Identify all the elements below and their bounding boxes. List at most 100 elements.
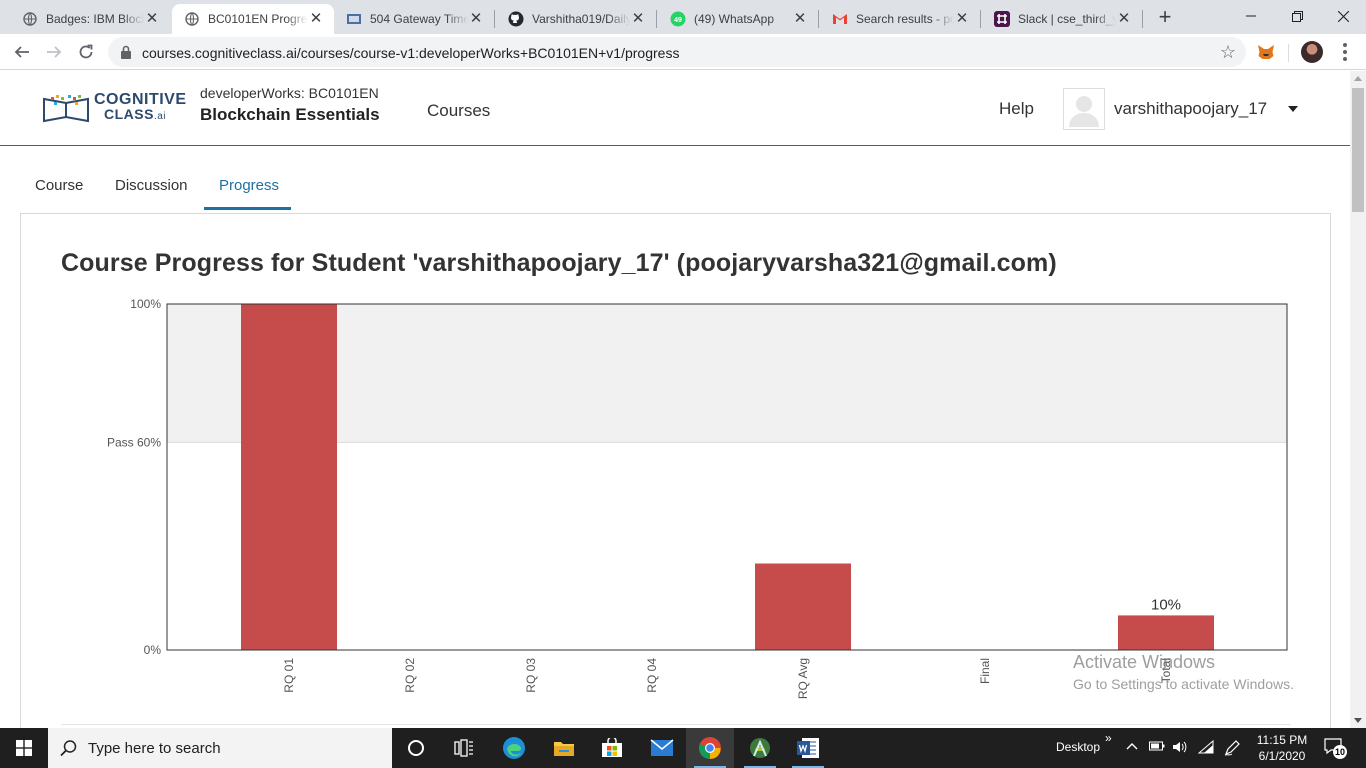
minimize-window-icon[interactable]: [1228, 0, 1274, 32]
close-tab-icon[interactable]: ✕: [630, 11, 646, 27]
close-tab-icon[interactable]: ✕: [308, 11, 324, 27]
lock-icon: [120, 45, 132, 64]
back-arrow-icon[interactable]: [10, 40, 34, 64]
user-avatar[interactable]: [1063, 88, 1105, 130]
address-bar[interactable]: courses.cognitiveclass.ai/courses/course…: [108, 37, 1246, 67]
reload-icon[interactable]: [74, 40, 98, 64]
file-explorer-icon[interactable]: [540, 728, 588, 768]
browser-tab[interactable]: Varshitha019/Daily ✕: [496, 4, 656, 34]
scrollbar-thumb[interactable]: [1352, 88, 1364, 212]
action-center-icon[interactable]: 10: [1324, 738, 1347, 759]
grade-bar: [755, 563, 851, 650]
site-header: COGNITIVE CLASS.ai developerWorks: BC010…: [0, 71, 1350, 146]
profile-avatar[interactable]: [1301, 41, 1323, 63]
word-icon[interactable]: [784, 728, 832, 768]
tab-separator: [818, 10, 819, 28]
browser-tab[interactable]: Badges: IBM Blockchain ✕: [10, 4, 170, 34]
tab-course[interactable]: Course: [35, 177, 83, 194]
volume-icon[interactable]: [1172, 740, 1188, 757]
edge-icon[interactable]: [490, 728, 538, 768]
y-tick-label: Pass 60%: [107, 435, 161, 449]
section-divider: [61, 724, 1291, 725]
page-scrollbar[interactable]: [1350, 71, 1366, 728]
restore-window-icon[interactable]: [1274, 0, 1320, 32]
browser-tab-strip: Badges: IBM Blockchain ✕ BC0101EN Progre…: [0, 0, 1366, 34]
tab-discussion[interactable]: Discussion: [115, 177, 188, 194]
toolbar-overflow-chevron[interactable]: »: [1105, 731, 1112, 745]
nav-help-link[interactable]: Help: [999, 99, 1034, 119]
x-tick-label: RQ 03: [524, 658, 538, 693]
android-studio-icon[interactable]: [736, 728, 784, 768]
whatsapp-badge-count: 49: [674, 17, 682, 24]
logo-line1: COGNITIVE: [94, 91, 187, 108]
course-org: developerWorks: BC0101EN: [200, 85, 379, 101]
browser-menu-icon[interactable]: [1335, 41, 1355, 63]
close-tab-icon[interactable]: ✕: [954, 11, 970, 27]
tab-separator: [656, 10, 657, 28]
y-tick-label: 100%: [130, 297, 161, 311]
close-tab-icon[interactable]: ✕: [792, 11, 808, 27]
user-menu-name[interactable]: varshithapoojary_17: [1114, 99, 1267, 119]
forward-arrow-icon[interactable]: [42, 40, 66, 64]
browser-tab[interactable]: 49 (49) WhatsApp ✕: [658, 4, 818, 34]
globe-icon: [22, 11, 38, 27]
logo-wordmark: COGNITIVE CLASS.ai: [94, 91, 187, 124]
wifi-icon[interactable]: [1197, 739, 1214, 757]
cortana-icon[interactable]: [392, 728, 440, 768]
task-view-icon[interactable]: [440, 728, 488, 768]
github-icon: [508, 11, 524, 27]
browser-tab-title: Slack | cse_third_year: [1018, 12, 1116, 26]
close-tab-icon[interactable]: ✕: [468, 11, 484, 27]
cognitive-class-logo[interactable]: COGNITIVE CLASS.ai: [42, 92, 186, 125]
browser-tab-active[interactable]: BC0101EN Progress ✕: [172, 4, 334, 34]
x-tick-label: RQ 01: [282, 658, 296, 693]
browser-tab-title: Badges: IBM Blockchain: [46, 12, 144, 26]
grade-bar: [241, 304, 337, 650]
x-tick-label: RQ Avg: [796, 658, 810, 699]
x-tick-label: Total: [1159, 658, 1173, 683]
pen-workspace-icon[interactable]: [1224, 740, 1240, 759]
browser-toolbar: courses.cognitiveclass.ai/courses/course…: [0, 34, 1366, 70]
store-icon[interactable]: [588, 728, 636, 768]
taskbar-clock[interactable]: 11:15 PM 6/1/2020: [1254, 732, 1310, 764]
toolbar-divider: [1288, 44, 1289, 62]
hidden-icons-chevron-icon[interactable]: [1126, 740, 1138, 754]
user-menu-caret-icon[interactable]: [1288, 106, 1298, 112]
browser-tab[interactable]: Slack | cse_third_year ✕: [982, 4, 1142, 34]
new-tab-button[interactable]: +: [1153, 6, 1177, 30]
scroll-down-arrow-icon[interactable]: [1354, 718, 1362, 723]
x-tick-label: RQ 02: [403, 658, 417, 693]
desktop-toolbar-label[interactable]: Desktop: [1056, 740, 1100, 754]
browser-tab[interactable]: 504 Gateway Time-out ✕: [334, 4, 494, 34]
taskbar-search[interactable]: Type here to search: [48, 728, 392, 768]
mail-icon[interactable]: [638, 728, 686, 768]
tab-progress[interactable]: Progress: [219, 177, 279, 194]
close-tab-icon[interactable]: ✕: [144, 11, 160, 27]
scroll-up-arrow-icon[interactable]: [1354, 76, 1362, 81]
tab-separator: [1142, 10, 1143, 28]
close-window-icon[interactable]: [1320, 0, 1366, 32]
nav-courses-link[interactable]: Courses: [427, 101, 490, 121]
windows-taskbar: Type here to search Desktop » 11:15 PM 6…: [0, 728, 1366, 768]
metamask-extension-icon[interactable]: [1256, 42, 1276, 62]
y-tick-label: 0%: [144, 643, 162, 657]
windows-start-icon[interactable]: [0, 728, 48, 768]
page-viewport: COGNITIVE CLASS.ai developerWorks: BC010…: [0, 71, 1366, 728]
bookmark-star-icon[interactable]: ☆: [1220, 43, 1236, 61]
course-title: Blockchain Essentials: [200, 105, 380, 124]
active-tab-underline: [204, 207, 291, 210]
grade-chart: RQ 01 RQ 02 RQ 03 RQ 04 RQ Avg Final Total 10% 1…: [61, 294, 1321, 714]
logo-suffix: .ai: [153, 111, 167, 122]
clock-time: 11:15 PM: [1256, 733, 1308, 747]
browser-tab-title: Varshitha019/Daily: [532, 12, 630, 26]
course-tabs: Course Discussion Progress: [0, 147, 1350, 213]
url-text[interactable]: courses.cognitiveclass.ai/courses/course…: [142, 45, 679, 61]
browser-tab[interactable]: Search results - poojary ✕: [820, 4, 980, 34]
site-favicon-icon: [346, 11, 362, 27]
x-tick-label: RQ 04: [645, 658, 659, 693]
slack-icon: [994, 11, 1010, 27]
notification-count-badge: 10: [1333, 745, 1347, 759]
battery-icon[interactable]: [1149, 740, 1165, 755]
close-tab-icon[interactable]: ✕: [1116, 11, 1132, 27]
chrome-icon[interactable]: [686, 728, 734, 768]
